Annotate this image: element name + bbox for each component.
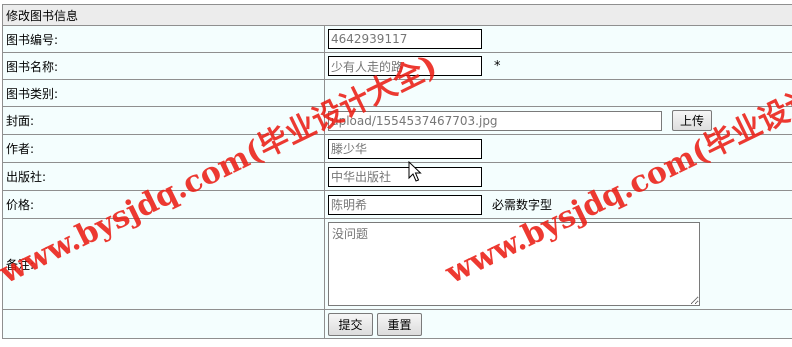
remark-cell: 没问题 [323,218,792,310]
remark-label: 备注: [2,218,325,310]
price-cell: 必需数字型 [323,190,792,219]
price-label: 价格: [2,190,325,219]
publisher-input[interactable] [328,166,482,187]
book-no-label: 图书编号: [2,25,325,53]
cover-path-input[interactable] [328,110,662,131]
book-no-input[interactable] [328,29,482,49]
form-title: 修改图书信息 [1,4,792,26]
author-input[interactable] [328,138,482,159]
book-category-cell [323,79,792,107]
remark-textarea[interactable]: 没问题 [328,222,700,306]
price-hint: 必需数字型 [492,198,553,212]
cover-label: 封面: [2,106,325,135]
book-name-input[interactable] [328,56,482,76]
price-input[interactable] [328,194,482,215]
author-label: 作者: [2,134,325,163]
publisher-label: 出版社: [2,162,325,191]
submit-button[interactable]: 提交 [328,312,373,336]
reset-button[interactable]: 重置 [377,312,422,336]
publisher-cell [323,162,792,191]
cover-cell: 上传 [323,106,792,135]
book-name-label: 图书名称: [2,52,325,80]
book-name-cell: * [323,52,792,80]
mouse-cursor-icon [408,161,422,182]
book-edit-form: 修改图书信息 图书编号: 图书名称: * 图书类别: 封面: 上传 作者: 出版… [1,4,792,339]
required-mark: * [494,58,501,74]
author-cell [323,134,792,163]
book-category-label: 图书类别: [2,79,325,107]
book-no-cell [323,25,792,53]
upload-button[interactable]: 上传 [672,110,712,131]
actions-empty-cell [2,309,325,339]
actions-cell: 提交 重置 [323,309,792,339]
